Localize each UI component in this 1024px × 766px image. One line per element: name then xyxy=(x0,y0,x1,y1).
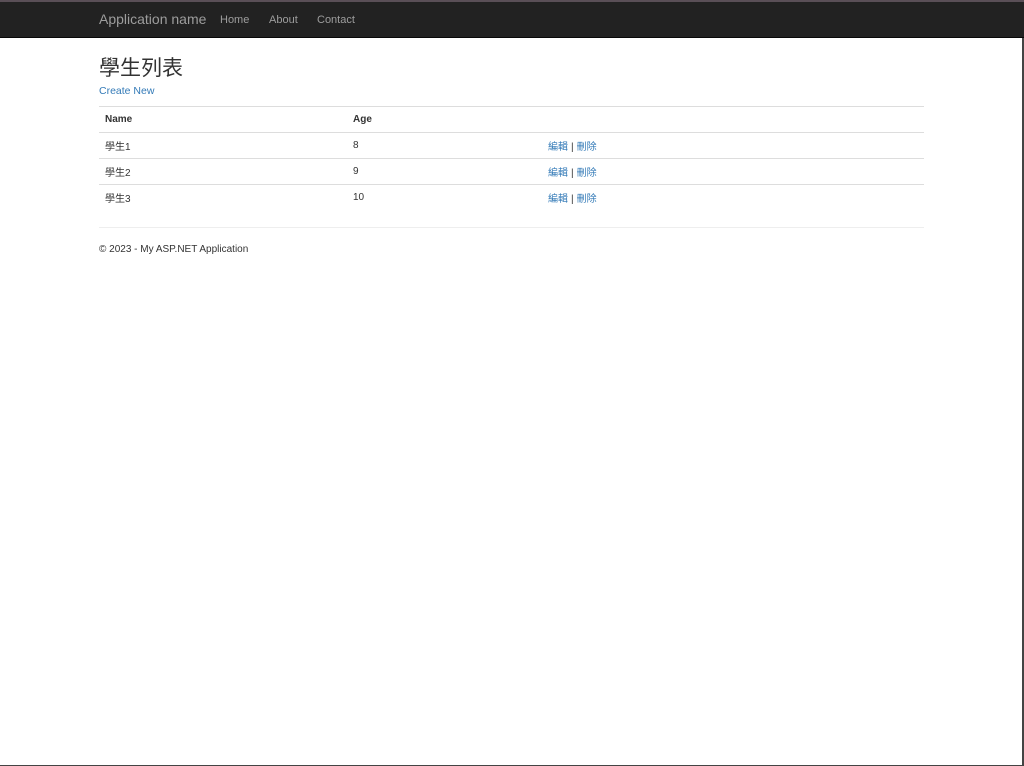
create-new-link[interactable]: Create New xyxy=(99,85,154,97)
edit-link[interactable]: 編輯 xyxy=(548,194,568,205)
nav-about-link[interactable]: About xyxy=(269,14,298,26)
page-footer: © 2023 - My ASP.NET Application xyxy=(99,244,248,255)
table-row: 學生1 8 編輯 | 刪除 xyxy=(99,132,924,159)
nav-contact-link[interactable]: Contact xyxy=(317,14,355,26)
delete-link[interactable]: 刪除 xyxy=(577,168,597,179)
table-header-row: Name Age xyxy=(99,106,924,133)
student-name-cell: 學生3 xyxy=(99,184,347,211)
student-name-cell: 學生1 xyxy=(99,132,347,159)
top-navbar: Application name Home About Contact xyxy=(0,0,1024,38)
age-column-header: Age xyxy=(347,106,542,133)
copyright-text: © 2023 - My ASP.NET Application xyxy=(99,244,249,255)
name-column-header: Name xyxy=(99,106,347,133)
delete-link[interactable]: 刪除 xyxy=(577,142,597,153)
students-table: Name Age 學生1 8 編輯 | 刪除 學生2 9 編輯 | 刪除 學生3 10 … xyxy=(99,106,924,211)
edit-link[interactable]: 編輯 xyxy=(548,168,568,179)
student-age-cell: 8 xyxy=(347,132,542,159)
action-separator: | xyxy=(571,194,574,206)
actions-column-header xyxy=(542,106,924,133)
actions-cell: 編輯 | 刪除 xyxy=(542,132,924,159)
action-separator: | xyxy=(571,168,574,179)
page-title: 學生列表 xyxy=(99,56,183,80)
footer-divider xyxy=(99,227,924,228)
brand-link[interactable]: Application name xyxy=(99,11,206,27)
actions-cell: 編輯 | 刪除 xyxy=(542,184,924,211)
student-name-cell: 學生2 xyxy=(99,158,347,185)
table-row: 學生3 10 編輯 | 刪除 xyxy=(99,184,924,211)
actions-cell: 編輯 | 刪除 xyxy=(542,158,924,185)
action-separator: | xyxy=(571,142,574,153)
student-age-cell: 9 xyxy=(347,158,542,185)
table-row: 學生2 9 編輯 | 刪除 xyxy=(99,158,924,185)
student-age-cell: 10 xyxy=(347,184,542,211)
delete-link[interactable]: 刪除 xyxy=(577,194,597,205)
nav-home-link[interactable]: Home xyxy=(220,14,249,26)
edit-link[interactable]: 編輯 xyxy=(548,142,568,153)
